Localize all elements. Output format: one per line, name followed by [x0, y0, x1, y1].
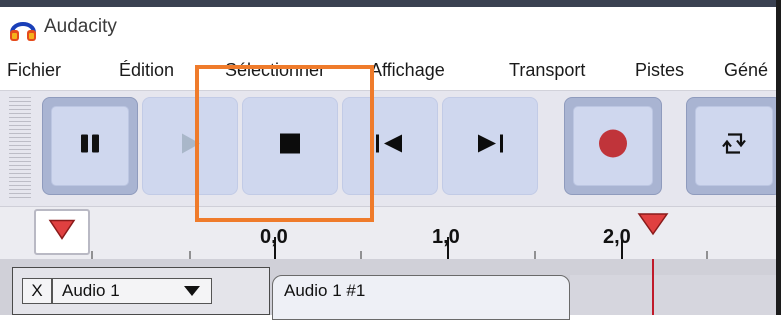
ruler-label-1: 1,0	[432, 226, 460, 248]
title-bar	[0, 7, 781, 48]
menu-fichier[interactable]: Fichier	[7, 60, 61, 81]
headphones-icon	[8, 16, 38, 42]
window-top-edge	[0, 0, 781, 7]
ruler-play-marker-box[interactable]	[34, 209, 90, 255]
menu-transport[interactable]: Transport	[509, 60, 585, 81]
skip-to-end-button[interactable]	[442, 97, 538, 195]
ruler-label-2: 2,0	[603, 226, 631, 248]
menu-pistes[interactable]: Pistes	[635, 60, 684, 81]
loop-icon	[721, 131, 747, 162]
play-marker-icon	[48, 219, 76, 246]
pause-button[interactable]	[42, 97, 138, 195]
record-icon	[598, 129, 628, 164]
menu-edition[interactable]: Édition	[119, 60, 174, 81]
clip-name: Audio 1 #1	[284, 281, 366, 300]
loop-button[interactable]	[686, 97, 781, 195]
chevron-down-icon	[184, 286, 200, 296]
skip-to-start-icon	[376, 132, 404, 161]
app-title: Audacity	[44, 16, 117, 37]
playhead-marker-icon[interactable]	[637, 212, 669, 241]
pause-icon	[79, 133, 101, 160]
toolbar-grip[interactable]	[9, 97, 31, 199]
menu-affichage[interactable]: Affichage	[370, 60, 445, 81]
annotation-highlight-box	[195, 65, 374, 222]
playhead-line	[652, 259, 654, 315]
record-button[interactable]	[564, 97, 662, 195]
menu-generer[interactable]: Géné	[724, 60, 768, 81]
close-track-button[interactable]: X	[22, 278, 52, 304]
skip-to-end-icon	[476, 132, 504, 161]
window-right-edge	[776, 0, 781, 315]
track-name: Audio 1	[62, 281, 120, 300]
empty-track-region	[570, 275, 781, 315]
ruler-label-0: 0,0	[260, 226, 288, 248]
